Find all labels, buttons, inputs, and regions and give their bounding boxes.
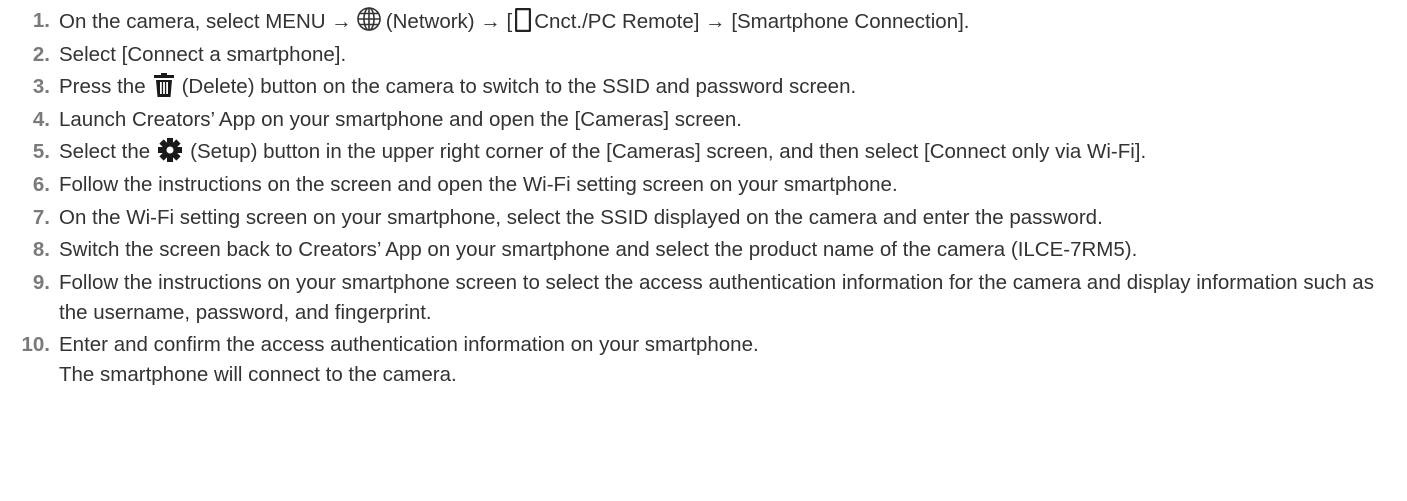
step-7: 7. On the Wi-Fi setting screen on your s… [0,203,1407,233]
step-text: Follow the instructions on the screen an… [59,172,898,196]
step-number: 1. [32,9,50,32]
smartphone-icon [515,8,532,32]
step-text: Switch the screen back to Creators’ App … [59,238,1138,262]
step-text: Select [Connect a smartphone]. [59,42,347,66]
step-3: 3. Press the (Delete) button on the camer… [0,72,1407,102]
step-result-note: The smartphone will connect to the camer… [59,363,457,387]
step-10: 10. Enter and confirm the access authent… [0,330,1407,390]
step-text: (Network) → [ [385,10,513,33]
step-number: 7. [32,205,50,229]
step-1: 1. On the camera, select MENU → (Network)… [0,6,1407,37]
step-number: 2. [32,42,50,66]
step-4: 4. Launch Creators’ App on your smartpho… [0,105,1407,135]
step-6: 6. Follow the instructions on the screen… [0,170,1407,200]
step-8: 8. Switch the screen back to Creators’ A… [0,235,1407,265]
step-text: Launch Creators’ App on your smartphone … [59,107,742,131]
step-number: 9. [32,270,50,294]
step-number: 5. [32,140,50,164]
step-text: (Delete) button on the camera to switch … [181,75,857,99]
step-text: Press the [59,75,146,99]
step-text: On the camera, select MENU → [59,10,352,33]
globe-network-icon [356,6,382,32]
step-2: 2. Select [Connect a smartphone]. [0,40,1407,70]
step-number: 6. [32,172,50,196]
step-5: 5. Select the (Setup) button in the upper… [0,137,1407,167]
step-text: Follow the instructions on your smartpho… [59,270,1374,324]
gear-setup-icon [158,138,183,163]
step-9: 9. Follow the instructions on your smart… [0,268,1407,328]
step-number: 10. [21,333,51,357]
step-text: (Setup) button in the upper right corner… [190,140,1147,164]
step-text: Cnct./PC Remote] → [Smartphone Connectio… [534,10,970,33]
step-text: Enter and confirm the access authenticat… [59,333,759,357]
step-number: 3. [32,75,50,99]
step-text: On the Wi-Fi setting screen on your smar… [59,205,1103,229]
step-text: Select the [59,140,151,164]
trash-delete-icon [153,73,174,98]
step-number: 8. [32,238,50,262]
steps-list: 1. On the camera, select MENU → (Network)… [0,0,1407,390]
step-number: 4. [32,107,50,131]
